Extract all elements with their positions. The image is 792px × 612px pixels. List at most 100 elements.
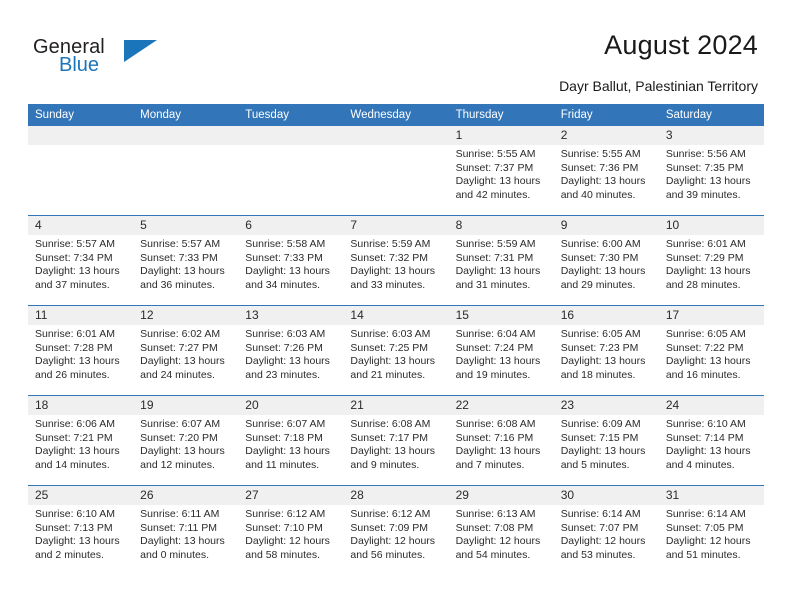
daylight-line1-text: Daylight: 13 hours bbox=[35, 355, 120, 368]
calendar-page: General Blue August 2024 Dayr Ballut, Pa… bbox=[0, 0, 792, 612]
daylight-line1-text: Daylight: 13 hours bbox=[35, 535, 120, 548]
calendar-day-cell[interactable]: 16 Sunrise: 6:05 AM Sunset: 7:23 PM Dayligh… bbox=[553, 306, 659, 395]
calendar-week-row: 18 Sunrise: 6:06 AM Sunset: 7:21 PM Dayligh… bbox=[28, 395, 764, 486]
sunrise-text: Sunrise: 5:58 AM bbox=[245, 238, 326, 250]
calendar-day-cell[interactable]: 8 Sunrise: 5:59 AM Sunset: 7:31 PM Daylight… bbox=[448, 216, 554, 305]
calendar-day-cell[interactable]: 22 Sunrise: 6:08 AM Sunset: 7:16 PM Dayligh… bbox=[448, 396, 554, 485]
day-details: Sunrise: 5:56 AM Sunset: 7:35 PM Daylight:… bbox=[659, 145, 764, 202]
calendar-day-cell[interactable]: 4 Sunrise: 5:57 AM Sunset: 7:34 PM Daylight… bbox=[28, 216, 134, 305]
calendar-day-cell[interactable]: 29 Sunrise: 6:13 AM Sunset: 7:08 PM Dayligh… bbox=[448, 486, 554, 575]
sunrise-text: Sunrise: 6:14 AM bbox=[560, 508, 641, 520]
daylight-line2-text: and 31 minutes. bbox=[455, 278, 531, 291]
calendar-day-cell[interactable]: 7 Sunrise: 5:59 AM Sunset: 7:32 PM Daylight… bbox=[343, 216, 449, 305]
day-number: 25 bbox=[28, 486, 134, 505]
logo-text-blue: Blue bbox=[59, 54, 100, 76]
sunset-text: Sunset: 7:21 PM bbox=[35, 431, 113, 444]
day-number: 20 bbox=[238, 396, 344, 415]
calendar-day-cell[interactable]: 30 Sunrise: 6:14 AM Sunset: 7:07 PM Dayligh… bbox=[553, 486, 659, 575]
daylight-line1-text: Daylight: 13 hours bbox=[455, 355, 541, 368]
day-details: Sunrise: 6:00 AM Sunset: 7:30 PM Daylight:… bbox=[554, 235, 659, 292]
sunset-text: Sunset: 7:35 PM bbox=[665, 161, 744, 174]
daylight-line2-text: and 9 minutes. bbox=[350, 458, 420, 471]
sunset-text: Sunset: 7:07 PM bbox=[560, 521, 639, 534]
calendar-day-cell[interactable]: 26 Sunrise: 6:11 AM Sunset: 7:11 PM Dayligh… bbox=[133, 486, 239, 575]
calendar-day-cell[interactable]: 23 Sunrise: 6:09 AM Sunset: 7:15 PM Dayligh… bbox=[553, 396, 659, 485]
calendar-day-cell[interactable]: 28 Sunrise: 6:12 AM Sunset: 7:09 PM Dayligh… bbox=[343, 486, 449, 575]
calendar-day-cell[interactable]: 17 Sunrise: 6:05 AM Sunset: 7:22 PM Dayligh… bbox=[658, 306, 764, 395]
sunrise-text: Sunrise: 6:01 AM bbox=[665, 238, 746, 250]
day-details: Sunrise: 6:11 AM Sunset: 7:11 PM Daylight:… bbox=[133, 505, 238, 562]
sunset-text: Sunset: 7:34 PM bbox=[35, 251, 113, 264]
calendar-day-cell[interactable]: 9 Sunrise: 6:00 AM Sunset: 7:30 PM Daylight… bbox=[553, 216, 659, 305]
weekday-header-monday: Monday bbox=[133, 104, 239, 126]
daylight-line1-text: Daylight: 12 hours bbox=[455, 535, 541, 548]
day-number: 18 bbox=[28, 396, 134, 415]
sunrise-text: Sunrise: 6:13 AM bbox=[455, 508, 536, 520]
sunset-text: Sunset: 7:23 PM bbox=[560, 341, 639, 354]
day-details: Sunrise: 5:57 AM Sunset: 7:33 PM Daylight:… bbox=[133, 235, 238, 292]
calendar-day-cell[interactable]: 3 Sunrise: 5:56 AM Sunset: 7:35 PM Daylight… bbox=[658, 126, 764, 215]
calendar-day-cell[interactable]: 21 Sunrise: 6:08 AM Sunset: 7:17 PM Dayligh… bbox=[343, 396, 449, 485]
daylight-line1-text: Daylight: 13 hours bbox=[560, 265, 646, 278]
day-number: 8 bbox=[448, 216, 554, 235]
sunrise-text: Sunrise: 6:05 AM bbox=[560, 328, 641, 340]
calendar-day-cell[interactable]: 25 Sunrise: 6:10 AM Sunset: 7:13 PM Dayligh… bbox=[28, 486, 134, 575]
sunrise-text: Sunrise: 5:59 AM bbox=[455, 238, 536, 250]
weekday-header-tuesday: Tuesday bbox=[238, 104, 344, 126]
sunset-text: Sunset: 7:25 PM bbox=[350, 341, 429, 354]
daylight-line2-text: and 36 minutes. bbox=[140, 278, 215, 291]
daylight-line1-text: Daylight: 13 hours bbox=[140, 265, 225, 278]
daylight-line1-text: Daylight: 13 hours bbox=[665, 355, 751, 368]
page-title: August 2024 bbox=[604, 30, 758, 60]
sunset-text: Sunset: 7:13 PM bbox=[35, 521, 113, 534]
daylight-line2-text: and 4 minutes. bbox=[665, 458, 735, 471]
calendar-day-cell[interactable]: 6 Sunrise: 5:58 AM Sunset: 7:33 PM Daylight… bbox=[238, 216, 344, 305]
calendar-day-cell[interactable]: 19 Sunrise: 6:07 AM Sunset: 7:20 PM Dayligh… bbox=[133, 396, 239, 485]
day-number: 3 bbox=[658, 126, 764, 145]
day-details: Sunrise: 5:58 AM Sunset: 7:33 PM Daylight:… bbox=[238, 235, 343, 292]
calendar-day-cell[interactable]: 5 Sunrise: 5:57 AM Sunset: 7:33 PM Daylight… bbox=[133, 216, 239, 305]
daylight-line1-text: Daylight: 13 hours bbox=[35, 265, 120, 278]
day-details: Sunrise: 6:05 AM Sunset: 7:23 PM Daylight:… bbox=[554, 325, 659, 382]
daylight-line2-text: and 28 minutes. bbox=[665, 278, 741, 291]
day-details: Sunrise: 6:12 AM Sunset: 7:10 PM Daylight:… bbox=[238, 505, 343, 562]
daylight-line2-text: and 11 minutes. bbox=[245, 458, 320, 471]
calendar-day-cell[interactable]: 13 Sunrise: 6:03 AM Sunset: 7:26 PM Dayligh… bbox=[238, 306, 344, 395]
calendar-day-cell[interactable]: 2 Sunrise: 5:55 AM Sunset: 7:36 PM Daylight… bbox=[553, 126, 659, 215]
daylight-line2-text: and 24 minutes. bbox=[140, 368, 215, 381]
sunrise-text: Sunrise: 6:08 AM bbox=[350, 418, 431, 430]
calendar-day-cell[interactable]: 31 Sunrise: 6:14 AM Sunset: 7:05 PM Dayligh… bbox=[658, 486, 764, 575]
calendar-day-cell[interactable]: 27 Sunrise: 6:12 AM Sunset: 7:10 PM Dayligh… bbox=[238, 486, 344, 575]
daylight-line2-text: and 37 minutes. bbox=[35, 278, 110, 291]
calendar-day-cell[interactable]: 12 Sunrise: 6:02 AM Sunset: 7:27 PM Dayligh… bbox=[133, 306, 239, 395]
sunrise-text: Sunrise: 6:05 AM bbox=[665, 328, 746, 340]
calendar-day-cell[interactable]: 11 Sunrise: 6:01 AM Sunset: 7:28 PM Dayligh… bbox=[28, 306, 134, 395]
daylight-line1-text: Daylight: 13 hours bbox=[35, 445, 120, 458]
daylight-line2-text: and 19 minutes. bbox=[455, 368, 531, 381]
calendar-week-row: 11 Sunrise: 6:01 AM Sunset: 7:28 PM Dayligh… bbox=[28, 305, 764, 396]
sunset-text: Sunset: 7:09 PM bbox=[350, 521, 429, 534]
weekday-header-thursday: Thursday bbox=[448, 104, 554, 126]
calendar-day-cell[interactable]: 20 Sunrise: 6:07 AM Sunset: 7:18 PM Dayligh… bbox=[238, 396, 344, 485]
day-details: Sunrise: 6:02 AM Sunset: 7:27 PM Daylight:… bbox=[133, 325, 238, 382]
calendar-day-cell[interactable]: 14 Sunrise: 6:03 AM Sunset: 7:25 PM Dayligh… bbox=[343, 306, 449, 395]
sunset-text: Sunset: 7:22 PM bbox=[665, 341, 744, 354]
calendar-day-cell[interactable]: 10 Sunrise: 6:01 AM Sunset: 7:29 PM Dayligh… bbox=[658, 216, 764, 305]
calendar-day-cell[interactable]: 1 Sunrise: 5:55 AM Sunset: 7:37 PM Daylight… bbox=[448, 126, 554, 215]
sunset-text: Sunset: 7:15 PM bbox=[560, 431, 639, 444]
daylight-line2-text: and 23 minutes. bbox=[245, 368, 320, 381]
day-number: 10 bbox=[658, 216, 764, 235]
sunrise-text: Sunrise: 6:02 AM bbox=[140, 328, 221, 340]
sunrise-text: Sunrise: 6:03 AM bbox=[350, 328, 431, 340]
daylight-line1-text: Daylight: 12 hours bbox=[245, 535, 330, 548]
calendar-day-cell[interactable]: 18 Sunrise: 6:06 AM Sunset: 7:21 PM Dayligh… bbox=[28, 396, 134, 485]
day-number: 29 bbox=[448, 486, 554, 505]
day-number: 15 bbox=[448, 306, 554, 325]
sunrise-text: Sunrise: 5:59 AM bbox=[350, 238, 431, 250]
sunrise-sunset-calendar: Sunday Monday Tuesday Wednesday Thursday… bbox=[28, 104, 764, 575]
sunset-text: Sunset: 7:16 PM bbox=[455, 431, 534, 444]
daylight-line1-text: Daylight: 13 hours bbox=[245, 265, 330, 278]
calendar-day-cell[interactable]: 24 Sunrise: 6:10 AM Sunset: 7:14 PM Dayligh… bbox=[658, 396, 764, 485]
calendar-day-cell[interactable]: 15 Sunrise: 6:04 AM Sunset: 7:24 PM Dayligh… bbox=[448, 306, 554, 395]
day-details: Sunrise: 6:05 AM Sunset: 7:22 PM Daylight:… bbox=[659, 325, 764, 382]
